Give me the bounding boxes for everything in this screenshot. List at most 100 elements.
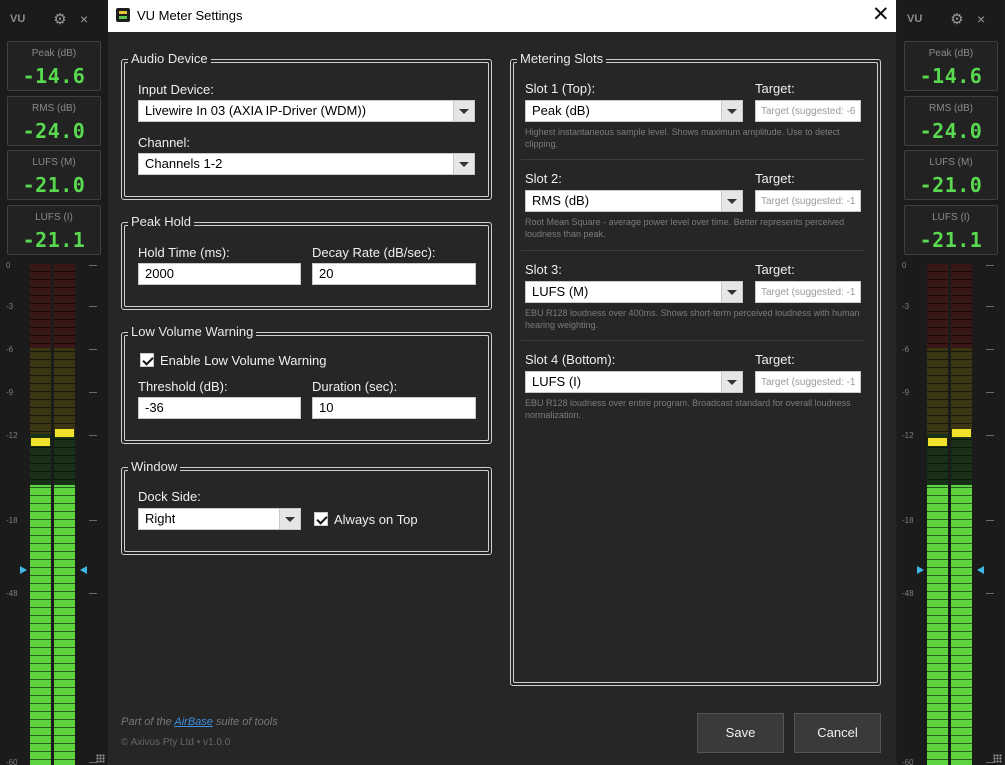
scale-tick bbox=[89, 306, 97, 307]
chevron-down-icon[interactable] bbox=[721, 101, 742, 121]
separator bbox=[521, 250, 865, 251]
save-button[interactable]: Save bbox=[697, 713, 784, 753]
decay-rate-input[interactable]: 20 bbox=[312, 263, 476, 285]
scale-tick bbox=[89, 593, 97, 594]
scale-tick bbox=[89, 392, 97, 393]
vu-title: VU bbox=[907, 13, 923, 25]
gear-icon[interactable]: ⚙ bbox=[949, 12, 965, 28]
segment-lines bbox=[30, 264, 51, 765]
scale-tick-label: -18 bbox=[902, 516, 914, 525]
scale-tick-label: -60 bbox=[6, 758, 18, 765]
slot-4-select[interactable]: LUFS (I) bbox=[525, 371, 743, 393]
airbase-link[interactable]: AirBase bbox=[174, 716, 213, 728]
always-on-top-label[interactable]: Always on Top bbox=[334, 512, 418, 527]
readout-value: -24.0 bbox=[919, 119, 983, 143]
chevron-down-icon[interactable] bbox=[721, 191, 742, 211]
footer-credit: Part of the AirBase suite of tools bbox=[121, 716, 278, 728]
group-title: Audio Device bbox=[128, 51, 211, 66]
hold-time-input[interactable]: 2000 bbox=[138, 263, 301, 285]
slot-2-target-input[interactable] bbox=[755, 190, 861, 212]
slot-2-label: Slot 2: bbox=[525, 171, 562, 186]
slot-3-label: Slot 3: bbox=[525, 262, 562, 277]
resize-grip[interactable] bbox=[96, 754, 105, 763]
close-icon[interactable]: × bbox=[977, 11, 985, 27]
threshold-input[interactable]: -36 bbox=[138, 397, 301, 419]
target-label: Target: bbox=[755, 171, 795, 186]
scale-tick-label: -3 bbox=[902, 302, 910, 311]
channel-bar bbox=[951, 264, 972, 765]
scale-tick bbox=[986, 392, 994, 393]
readout-value: -14.6 bbox=[919, 64, 983, 88]
slot-4-label: Slot 4 (Bottom): bbox=[525, 352, 616, 367]
slot-2-select[interactable]: RMS (dB) bbox=[525, 190, 743, 212]
select-value: Livewire In 03 (AXIA IP-Driver (WDM)) bbox=[145, 104, 367, 118]
readout-label: Peak (dB) bbox=[928, 48, 974, 59]
readout-label: LUFS (I) bbox=[932, 212, 970, 223]
chevron-down-icon[interactable] bbox=[453, 101, 474, 121]
scale-tick bbox=[986, 306, 994, 307]
readout-label: LUFS (I) bbox=[35, 212, 73, 223]
group-title: Low Volume Warning bbox=[128, 324, 257, 339]
peak-hold-indicator bbox=[928, 438, 947, 446]
threshold-label: Threshold (dB): bbox=[138, 379, 228, 394]
scale-tick-label: 0 bbox=[902, 261, 907, 270]
input-device-select[interactable]: Livewire In 03 (AXIA IP-Driver (WDM)) bbox=[138, 100, 475, 122]
slot-3-target-input[interactable] bbox=[755, 281, 861, 303]
target-marker-left bbox=[20, 566, 27, 574]
slot-4-target-input[interactable] bbox=[755, 371, 861, 393]
chevron-down-icon[interactable] bbox=[721, 372, 742, 392]
peak-hold-indicator bbox=[55, 429, 74, 437]
peak-hold-indicator bbox=[31, 438, 50, 446]
separator bbox=[521, 340, 865, 341]
readout-value: -14.6 bbox=[22, 64, 86, 88]
scale-tick-label: -18 bbox=[6, 516, 18, 525]
enable-low-volume-checkbox[interactable] bbox=[140, 353, 154, 367]
always-on-top-checkbox[interactable] bbox=[314, 512, 328, 526]
title-bar[interactable]: VU Meter Settings ✕ bbox=[108, 0, 896, 32]
scale-tick bbox=[986, 349, 994, 350]
chevron-down-icon[interactable] bbox=[279, 509, 300, 529]
readout-peak: Peak (dB) -14.6 bbox=[7, 41, 101, 91]
gear-icon[interactable]: ⚙ bbox=[52, 12, 68, 28]
close-icon[interactable]: × bbox=[80, 11, 88, 27]
readout-rms: RMS (dB) -24.0 bbox=[7, 96, 101, 146]
dock-side-select[interactable]: Right bbox=[138, 508, 301, 530]
readout-label: Peak (dB) bbox=[31, 48, 77, 59]
close-icon[interactable]: ✕ bbox=[872, 3, 890, 27]
readout-value: -21.0 bbox=[22, 173, 86, 197]
resize-grip[interactable] bbox=[993, 754, 1002, 763]
vu-header: VU ⚙ × bbox=[0, 0, 107, 38]
settings-dialog: VU Meter Settings ✕ Audio Device Input D… bbox=[108, 0, 896, 765]
slot-1-select[interactable]: Peak (dB) bbox=[525, 100, 743, 122]
segment-lines bbox=[951, 264, 972, 765]
decay-rate-label: Decay Rate (dB/sec): bbox=[312, 245, 436, 260]
enable-low-volume-label[interactable]: Enable Low Volume Warning bbox=[160, 353, 326, 368]
duration-input[interactable]: 10 bbox=[312, 397, 476, 419]
channel-bar bbox=[30, 264, 51, 765]
slot-1-target-input[interactable] bbox=[755, 100, 861, 122]
scale-tick-label: -48 bbox=[6, 589, 18, 598]
dialog-title: VU Meter Settings bbox=[137, 8, 243, 23]
slot-3-select[interactable]: LUFS (M) bbox=[525, 281, 743, 303]
channel-select[interactable]: Channels 1-2 bbox=[138, 153, 475, 175]
readout-value: -21.0 bbox=[919, 173, 983, 197]
readout-value: -21.1 bbox=[22, 228, 86, 252]
scale-tick-label: -3 bbox=[6, 302, 14, 311]
readout-value: -21.1 bbox=[919, 228, 983, 252]
scale-tick bbox=[89, 520, 97, 521]
chevron-down-icon[interactable] bbox=[453, 154, 474, 174]
scale-tick-label: -48 bbox=[902, 589, 914, 598]
channel-bar bbox=[927, 264, 948, 765]
audio-device-group: Audio Device Input Device: Livewire In 0… bbox=[121, 51, 492, 200]
scale-tick-label: -6 bbox=[6, 345, 14, 354]
scale-tick bbox=[986, 435, 994, 436]
vu-header: VU ⚙ × bbox=[897, 0, 1004, 38]
slot-1-description: Highest instantaneous sample level. Show… bbox=[525, 127, 840, 149]
cancel-button[interactable]: Cancel bbox=[794, 713, 881, 753]
scale-tick bbox=[89, 349, 97, 350]
vu-title: VU bbox=[10, 13, 26, 25]
select-value: LUFS (I) bbox=[532, 375, 582, 389]
readout-label: LUFS (M) bbox=[929, 157, 973, 168]
readout-lufs-i: LUFS (I) -21.1 bbox=[7, 205, 101, 255]
chevron-down-icon[interactable] bbox=[721, 282, 742, 302]
